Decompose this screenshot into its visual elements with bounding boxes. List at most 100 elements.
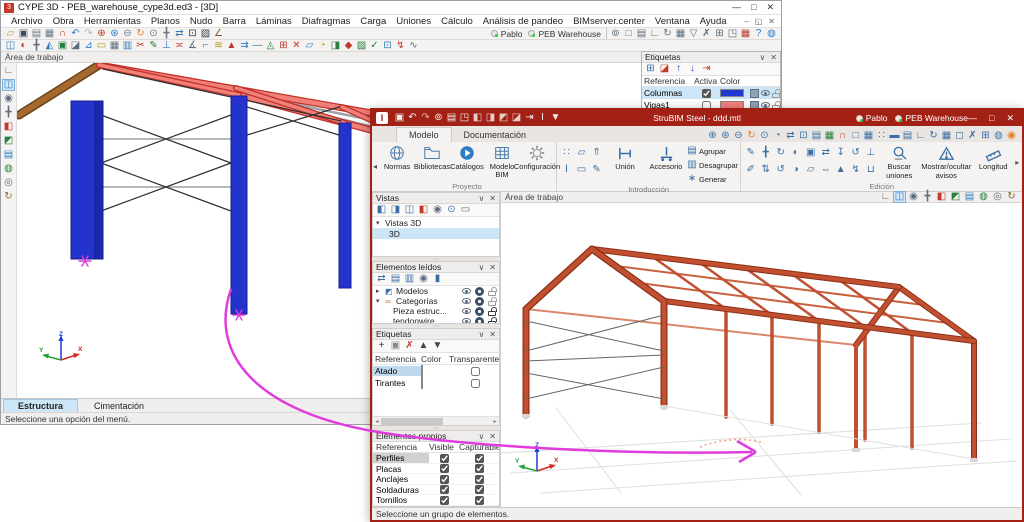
- extrude-icon[interactable]: ⇑: [589, 145, 604, 160]
- edit-icon[interactable]: ◪: [658, 63, 671, 75]
- activa-checkbox[interactable]: [702, 89, 711, 98]
- user-account[interactable]: Pablo: [491, 29, 523, 39]
- plate-icon[interactable]: ▱: [574, 145, 589, 160]
- strubim-title-bar[interactable]: I ▣↶↷⊚▤◳◧◨◩◪⇥I▼ StruBIM Steel - ddd.mtl …: [372, 110, 1022, 126]
- tab-estructura[interactable]: Estructura: [3, 399, 78, 412]
- move-icon[interactable]: ⇄: [784, 130, 797, 142]
- window-icon[interactable]: □: [849, 130, 862, 142]
- configuracion-button[interactable]: Configuración: [520, 143, 554, 171]
- capturable-checkbox[interactable]: [475, 496, 484, 505]
- cone-icon[interactable]: ▲: [833, 162, 848, 177]
- add-icon[interactable]: ⊞: [644, 63, 657, 75]
- visibility-icon[interactable]: ◎: [2, 177, 15, 189]
- close-button[interactable]: ✕: [1006, 113, 1014, 124]
- table-row[interactable]: Tornillos: [373, 495, 499, 506]
- tool-icon[interactable]: ◭: [43, 40, 56, 52]
- sketch-icon[interactable]: ✐: [743, 162, 758, 177]
- visibility-eye-icon[interactable]: [462, 298, 471, 304]
- tables-icon[interactable]: ▦: [43, 28, 56, 40]
- magnet-icon[interactable]: ∩: [836, 130, 849, 142]
- rotate-beam-icon[interactable]: ↺: [848, 145, 863, 160]
- window-icon[interactable]: □: [622, 28, 635, 40]
- accesorio-button[interactable]: Accesorio: [646, 143, 686, 171]
- close-icon[interactable]: ✕: [489, 263, 496, 272]
- visibility-icon[interactable]: ◎: [991, 191, 1004, 203]
- project-account[interactable]: PEB Warehouse: [895, 113, 968, 123]
- catalogos-button[interactable]: Catálogos: [450, 143, 484, 171]
- copy-icon[interactable]: ▣: [389, 340, 402, 352]
- search-icon[interactable]: ⊚: [432, 112, 445, 124]
- layers-icon[interactable]: ▤: [963, 191, 976, 203]
- orbit-view-icon[interactable]: ◉: [431, 204, 444, 216]
- new-window-icon[interactable]: ⊞: [979, 130, 992, 142]
- table-row[interactable]: Placas: [373, 464, 499, 475]
- table-row[interactable]: Perfiles: [373, 453, 499, 464]
- strubim-3d-viewport[interactable]: Z Y X: [501, 203, 1022, 507]
- tool-icon[interactable]: ◫: [4, 40, 17, 52]
- save-icon[interactable]: ▣: [17, 28, 30, 40]
- export-icon[interactable]: ◳: [458, 112, 471, 124]
- tool-icon[interactable]: ⌐: [199, 40, 212, 52]
- tool-icon[interactable]: ∡: [186, 40, 199, 52]
- table-row[interactable]: Columnas: [642, 87, 780, 99]
- redo-icon[interactable]: ↷: [419, 112, 432, 124]
- import-icon[interactable]: ⇥: [523, 112, 536, 124]
- tool-icon[interactable]: ↯: [394, 40, 407, 52]
- tool-icon[interactable]: ◔: [316, 40, 329, 52]
- copy-icon[interactable]: ▣: [803, 145, 818, 160]
- menu-item-carga[interactable]: Carga: [356, 16, 390, 27]
- zoom-out-icon[interactable]: ⊖: [121, 28, 134, 40]
- color-swatch[interactable]: [720, 89, 744, 97]
- visibility-eye-icon[interactable]: [462, 308, 471, 314]
- group-icon[interactable]: ▥: [403, 273, 416, 285]
- close-view-icon[interactable]: ✗: [966, 130, 979, 142]
- tool-icon[interactable]: ≋: [212, 40, 225, 52]
- refresh-icon[interactable]: ↻: [745, 130, 758, 142]
- collapse-icon[interactable]: ∨: [478, 263, 484, 272]
- magnet-icon[interactable]: ∩: [56, 28, 69, 40]
- web-icon[interactable]: ◍: [992, 130, 1005, 142]
- view-manager-icon[interactable]: ▤: [30, 28, 43, 40]
- capturable-checkbox[interactable]: [475, 464, 484, 473]
- edit-view-icon[interactable]: ◫: [403, 204, 416, 216]
- comment-icon[interactable]: ◻: [953, 130, 966, 142]
- tree-item-categorias[interactable]: ▾ ∞ Categorías: [373, 296, 499, 306]
- solid-view-icon[interactable]: [750, 89, 759, 98]
- tool-icon[interactable]: ⊡: [381, 40, 394, 52]
- tool-icon[interactable]: ◬: [264, 40, 277, 52]
- dimension-icon[interactable]: ⇔: [818, 162, 833, 177]
- grid-icon[interactable]: ▦: [674, 28, 687, 40]
- close-icon[interactable]: ✕: [770, 53, 777, 62]
- pan-icon[interactable]: ╋: [921, 191, 934, 203]
- rotate-icon[interactable]: ↻: [773, 145, 788, 160]
- capturable-checkbox[interactable]: [475, 475, 484, 484]
- pan-view-icon[interactable]: ╋: [160, 28, 173, 40]
- alert-icon[interactable]: ◉: [1005, 130, 1018, 142]
- minimize-button[interactable]: —: [732, 2, 741, 13]
- delete-icon[interactable]: ✗: [403, 340, 416, 352]
- swap-icon[interactable]: ⇄: [818, 145, 833, 160]
- tool-icon[interactable]: ▲: [225, 40, 238, 52]
- tool-icon[interactable]: ≍: [173, 40, 186, 52]
- tab-cimentacion[interactable]: Cimentación: [80, 400, 158, 412]
- refresh-icon[interactable]: ↻: [134, 28, 147, 40]
- buscar-uniones-button[interactable]: Buscar uniones: [879, 143, 919, 180]
- bar-icon[interactable]: ▬: [888, 130, 901, 142]
- layout-icon[interactable]: ▤: [635, 28, 648, 40]
- tool-icon[interactable]: ▨: [355, 40, 368, 52]
- desagrupar-button[interactable]: ▥Desagrupar: [687, 159, 738, 171]
- axes-icon[interactable]: ∟: [879, 191, 892, 203]
- lock-open-icon[interactable]: [488, 301, 496, 306]
- collapse-icon[interactable]: ∨: [478, 330, 484, 339]
- snapshot-icon[interactable]: ▧: [199, 28, 212, 40]
- print-view-icon[interactable]: ▭: [459, 204, 472, 216]
- menu-item-diafragmas[interactable]: Diafragmas: [298, 16, 355, 27]
- bibliotecas-button[interactable]: Bibliotecas: [415, 143, 449, 171]
- new-view-icon[interactable]: ◧: [375, 204, 388, 216]
- visibility-eye-icon[interactable]: [462, 288, 471, 294]
- tool-icon[interactable]: ⊿: [82, 40, 95, 52]
- menu-item-obra[interactable]: Obra: [49, 16, 78, 27]
- tool-icon[interactable]: ◐: [17, 40, 30, 52]
- mdi-close-button[interactable]: ✕: [768, 17, 775, 26]
- list-icon[interactable]: ▤: [389, 273, 402, 285]
